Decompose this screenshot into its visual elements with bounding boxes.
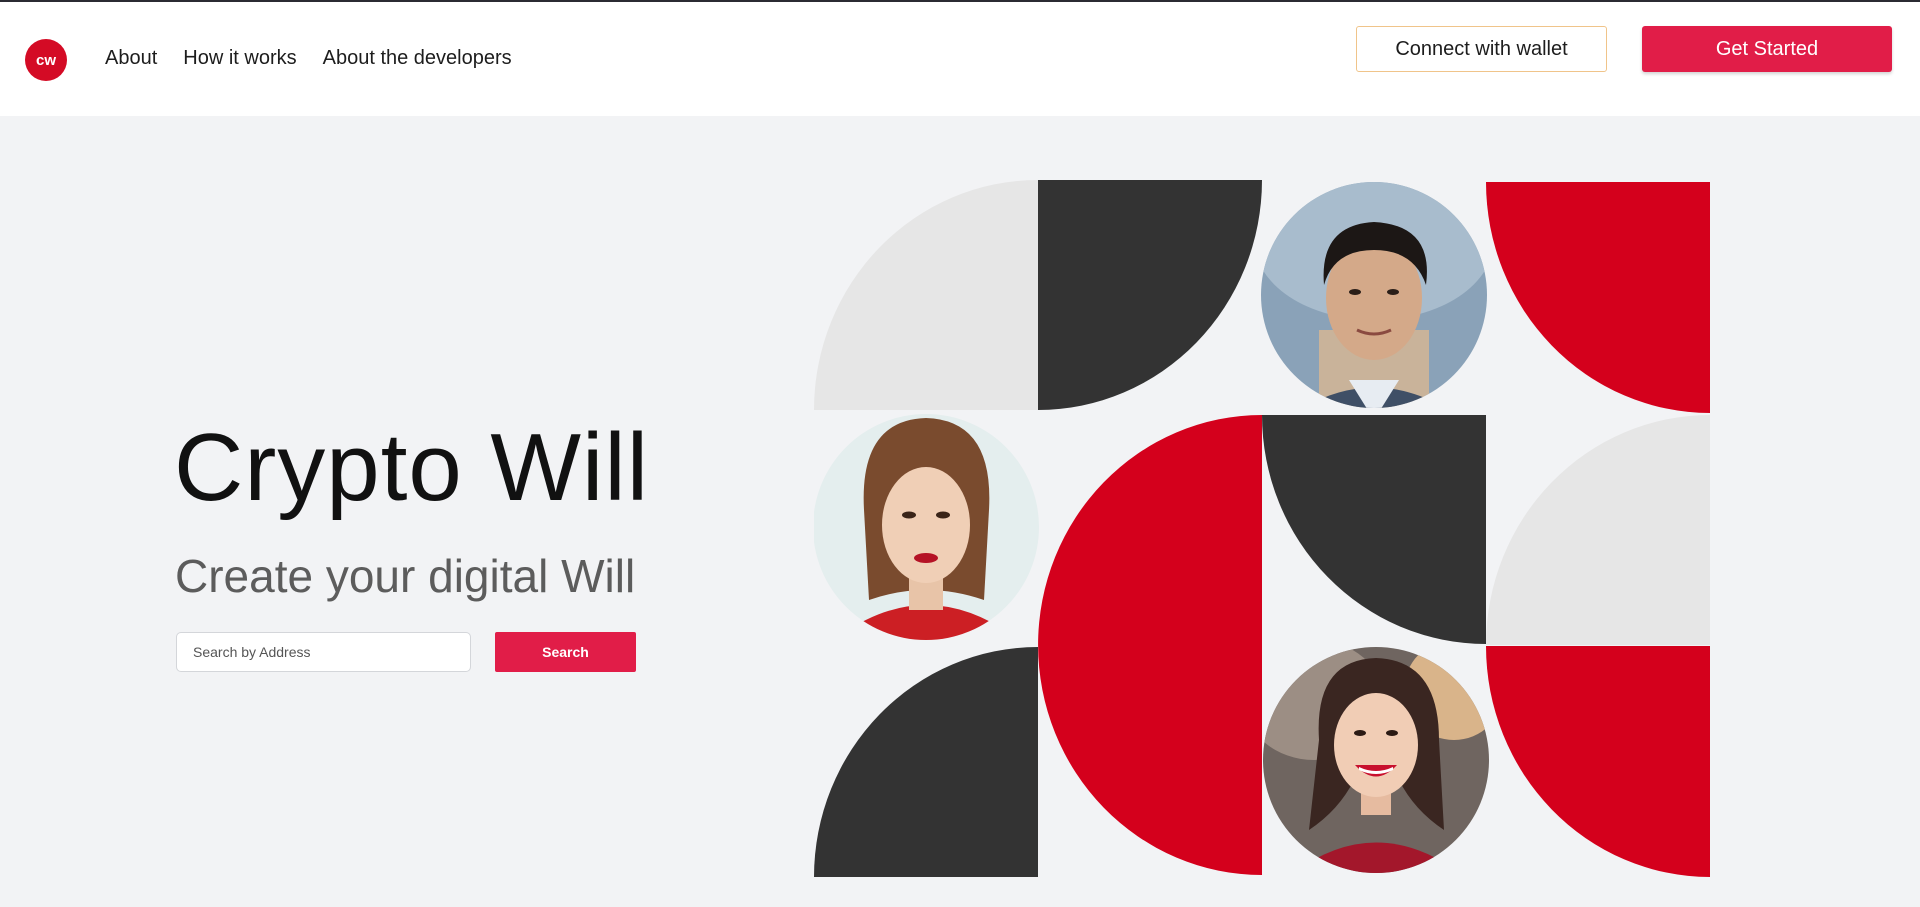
portrait-woman-2: [1263, 647, 1489, 873]
logo[interactable]: cw: [25, 39, 67, 81]
connect-wallet-button[interactable]: Connect with wallet: [1356, 26, 1607, 72]
header: cw About How it works About the develope…: [0, 2, 1920, 116]
nav-about[interactable]: About: [105, 47, 157, 70]
portrait-woman-1: [814, 414, 1039, 640]
hero-subtitle: Create your digital Will: [175, 550, 636, 602]
mosaic-quarter-dark-1: [1038, 180, 1262, 410]
mosaic-quarter-red-1: [1486, 182, 1710, 413]
get-started-button[interactable]: Get Started: [1642, 26, 1892, 72]
search-button[interactable]: Search: [495, 632, 636, 672]
search-address-input[interactable]: [176, 632, 471, 672]
logo-text: cw: [35, 51, 56, 69]
nav-about-developers[interactable]: About the developers: [323, 47, 512, 70]
mosaic-graphic: [814, 180, 1710, 877]
hero-title: Crypto Will: [174, 414, 650, 521]
mosaic-quarter-light-2: [1486, 415, 1710, 645]
mosaic-quarter-light-1: [814, 180, 1038, 410]
mosaic-quarter-dark-3: [814, 647, 1038, 877]
hero-mosaic: [814, 180, 1710, 877]
nav-how-it-works[interactable]: How it works: [183, 47, 296, 70]
mosaic-quarter-dark-2: [1262, 415, 1486, 644]
mosaic-half-red: [1038, 415, 1262, 875]
main-nav: About How it works About the developers: [105, 47, 538, 70]
mosaic-quarter-red-2: [1486, 646, 1710, 877]
portrait-man: [1261, 182, 1487, 408]
